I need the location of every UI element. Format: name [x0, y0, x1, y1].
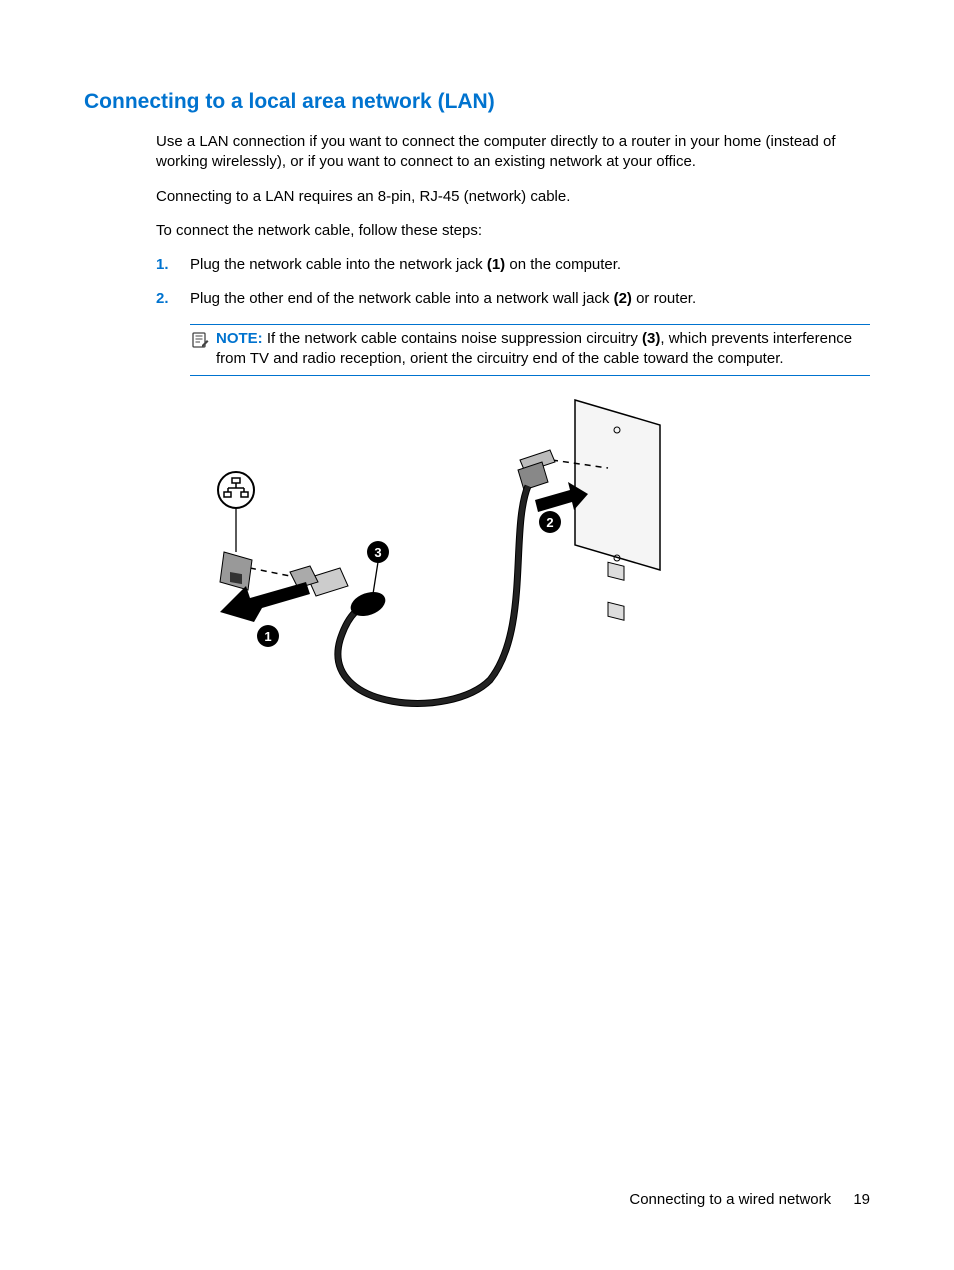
cable-diagram: 2 3	[190, 390, 870, 730]
svg-text:3: 3	[374, 545, 381, 560]
note-icon	[190, 330, 210, 350]
step-1: Plug the network cable into the network …	[156, 255, 870, 275]
note-block: NOTE: If the network cable contains nois…	[190, 324, 870, 377]
intro-paragraph-1: Use a LAN connection if you want to conn…	[156, 132, 870, 173]
body-content: Use a LAN connection if you want to conn…	[156, 132, 870, 730]
intro-paragraph-3: To connect the network cable, follow the…	[156, 221, 870, 241]
step-2-text-post: or router.	[632, 290, 696, 307]
page-number: 19	[853, 1191, 870, 1208]
steps-list: Plug the network cable into the network …	[156, 255, 870, 310]
wall-plate-icon	[575, 400, 660, 620]
step-2-text-pre: Plug the other end of the network cable …	[190, 290, 614, 307]
intro-paragraph-2: Connecting to a LAN requires an 8-pin, R…	[156, 187, 870, 207]
step-1-text-post: on the computer.	[505, 256, 621, 273]
step-1-text-pre: Plug the network cable into the network …	[190, 256, 487, 273]
computer-jack-icon	[220, 552, 252, 590]
section-heading: Connecting to a local area network (LAN)	[84, 90, 870, 114]
page-footer: Connecting to a wired network 19	[629, 1191, 870, 1208]
step-2: Plug the other end of the network cable …	[156, 289, 870, 309]
svg-text:1: 1	[264, 629, 271, 644]
rj45-plug-wall-icon	[518, 450, 555, 490]
step-1-callout: (1)	[487, 256, 505, 273]
svg-text:2: 2	[546, 515, 553, 530]
note-label: NOTE:	[216, 330, 263, 347]
note-text: NOTE: If the network cable contains nois…	[216, 329, 870, 370]
note-body-pre: If the network cable contains noise supp…	[263, 330, 642, 347]
document-page: Connecting to a local area network (LAN)…	[0, 0, 954, 1270]
step-2-callout: (2)	[614, 290, 632, 307]
note-callout: (3)	[642, 330, 660, 347]
footer-section-title: Connecting to a wired network	[629, 1191, 831, 1208]
